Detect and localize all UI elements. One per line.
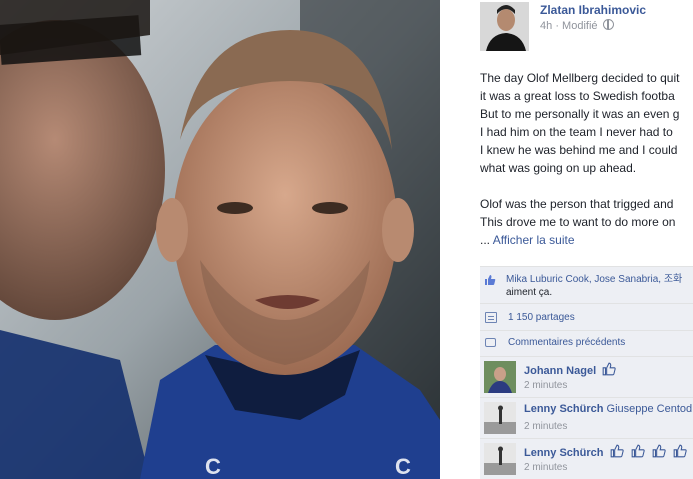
likers-names[interactable]: Mika Luburic Cook, Jose Sanabria, 조화 — [506, 273, 682, 286]
commenter-avatar[interactable] — [484, 361, 516, 393]
comment-author-name[interactable]: Lenny Schürch — [524, 447, 603, 459]
shares-row: 1 150 partages — [480, 303, 693, 330]
comment-author: Lenny Schürch Giuseppe Centod — [524, 403, 692, 415]
post-line: But to me personally it was an even g — [480, 107, 680, 121]
post-author-name[interactable]: Zlatan Ibrahimovic — [540, 3, 646, 17]
comment-item: Lenny Schürch 2 minutes — [480, 438, 693, 479]
avatar-illustration — [480, 2, 529, 51]
ellipsis: ... — [480, 233, 491, 247]
post-line: what was going on up ahead. — [480, 161, 637, 175]
post-text: The day Olof Mellberg decided to quit it… — [480, 69, 679, 249]
post-line: I had him on the team I never had to — [480, 125, 673, 139]
post-line: it was a great loss to Swedish footba — [480, 89, 675, 103]
svg-text:C: C — [395, 454, 411, 479]
see-more-row: ... Afficher la suite — [480, 231, 679, 249]
comment-tagged-name[interactable]: Giuseppe Centod — [607, 403, 693, 415]
commenter-avatar[interactable] — [484, 402, 516, 434]
thumbs-up-icon — [631, 444, 645, 458]
comment-time[interactable]: 2 minutes — [524, 380, 567, 391]
post-sidebar: Zlatan Ibrahimovic 4h · Modifié The day … — [440, 0, 693, 479]
like-icon[interactable] — [484, 273, 496, 285]
see-more-link[interactable]: Afficher la suite — [493, 233, 575, 247]
thumbs-up-icon — [610, 444, 624, 458]
post-line: I knew he was behind me and I could — [480, 143, 678, 157]
likes-row: Mika Luburic Cook, Jose Sanabria, 조화 aim… — [480, 266, 693, 303]
post-line: This drove me to want to do more on — [480, 215, 676, 229]
thumbs-up-icon — [602, 362, 616, 376]
globe-icon — [602, 19, 614, 30]
comment-author: Johann Nagel — [524, 362, 617, 377]
comment-time[interactable]: 2 minutes — [524, 421, 567, 432]
svg-text:C: C — [205, 454, 221, 479]
post-edited[interactable]: Modifié — [562, 20, 597, 32]
thumbs-up-icon — [673, 444, 687, 458]
comment-icon — [485, 338, 496, 347]
thumbs-up-icon — [652, 444, 666, 458]
photo-illustration: C C — [0, 0, 440, 479]
author-avatar[interactable] — [480, 2, 529, 51]
comment-time[interactable]: 2 minutes — [524, 462, 567, 473]
likes-suffix: aiment ça. — [506, 287, 553, 298]
post-timestamp-row: 4h · Modifié — [540, 19, 614, 32]
view-previous-comments[interactable]: Commentaires précédents — [508, 337, 625, 348]
post-photo[interactable]: C C — [0, 0, 440, 479]
comment-author: Lenny Schürch — [524, 444, 688, 459]
comment-item: Johann Nagel 2 minutes — [480, 356, 693, 397]
post-time[interactable]: 4h — [540, 20, 552, 32]
comment-item: Lenny Schürch Giuseppe Centod 2 minutes — [480, 397, 693, 438]
previous-comments-row: Commentaires précédents — [480, 330, 693, 356]
post-line: The day Olof Mellberg decided to quit — [480, 71, 680, 85]
share-icon — [485, 312, 497, 323]
shares-count[interactable]: 1 150 partages — [508, 312, 575, 323]
meta-separator: · — [555, 20, 559, 32]
comment-author-name[interactable]: Lenny Schürch — [524, 403, 603, 415]
commenter-avatar[interactable] — [484, 443, 516, 475]
post-line: Olof was the person that trigged and — [480, 197, 674, 211]
comment-author-name[interactable]: Johann Nagel — [524, 365, 596, 377]
